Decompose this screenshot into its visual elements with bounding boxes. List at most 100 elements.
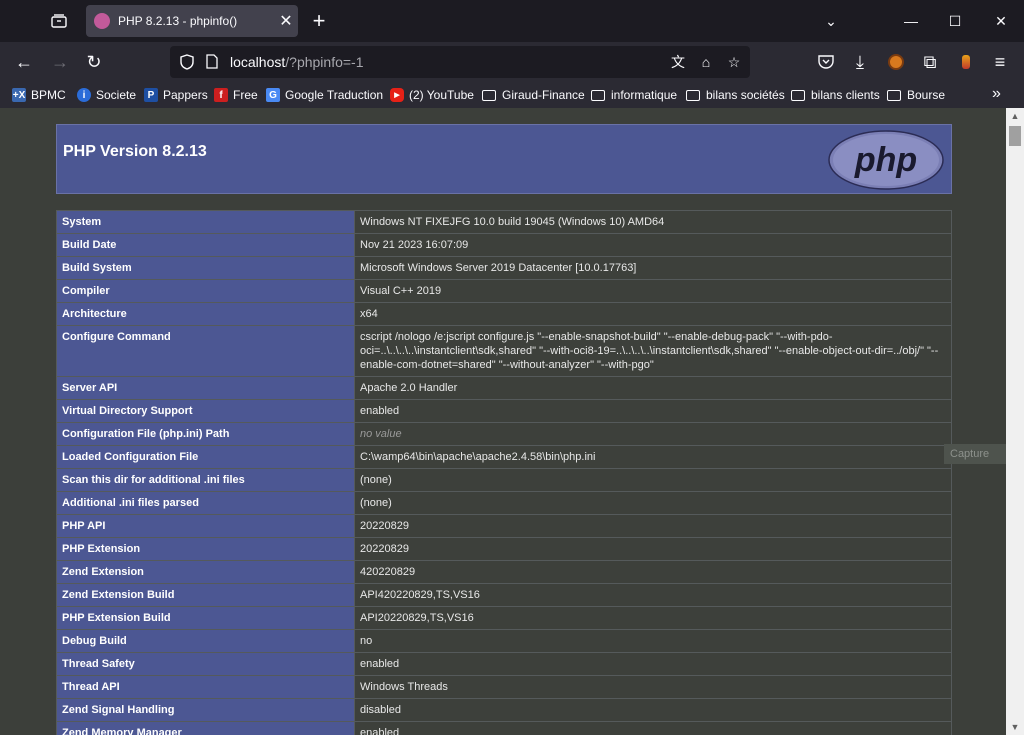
- close-window-button[interactable]: ✕: [986, 8, 1016, 34]
- logo-text: php: [854, 141, 917, 179]
- shield-icon[interactable]: [180, 54, 194, 70]
- row-value: Nov 21 2023 16:07:09: [354, 233, 952, 257]
- row-value: 20220829: [354, 514, 952, 538]
- php-logo-icon[interactable]: php: [827, 129, 945, 191]
- row-key: Thread Safety: [56, 652, 355, 676]
- row-key: Virtual Directory Support: [56, 399, 355, 423]
- row-value: (none): [354, 468, 952, 492]
- row-key: Configuration File (php.ini) Path: [56, 422, 355, 446]
- home-icon[interactable]: ⌂: [696, 52, 716, 72]
- extension-avatar-icon[interactable]: [882, 48, 910, 76]
- table-row: Zend Signal Handling disabled: [56, 698, 952, 722]
- bookmark-label: Societe: [96, 88, 137, 102]
- row-key: PHP Extension: [56, 537, 355, 561]
- row-key: Build System: [56, 256, 355, 280]
- table-row: PHP Extension Build API20220829,TS,VS16: [56, 606, 952, 630]
- reload-button[interactable]: ↻: [80, 48, 108, 76]
- bookmark-societe[interactable]: i Societe: [77, 86, 136, 104]
- tab-list-icon: [51, 14, 67, 28]
- tab-title: PHP 8.2.13 - phpinfo(): [118, 14, 238, 28]
- pappers-icon: P: [144, 88, 158, 102]
- scroll-thumb[interactable]: [1009, 126, 1021, 146]
- folder-icon: [887, 89, 901, 101]
- phpinfo-table: System Windows NT FIXEJFG 10.0 build 1904…: [56, 210, 952, 735]
- capture-badge[interactable]: Capture: [944, 444, 1006, 464]
- downloads-icon[interactable]: ⤓: [846, 48, 874, 76]
- table-row: Configuration File (php.ini) Path no valu…: [56, 422, 952, 446]
- table-row: Zend Memory Manager enabled: [56, 721, 952, 735]
- extensions-puzzle-icon[interactable]: ⧉: [916, 48, 944, 76]
- bookmark-pappers[interactable]: P Pappers: [144, 86, 208, 104]
- bookmark-free[interactable]: f Free: [214, 86, 258, 104]
- bookmark-folder-bilans-clients[interactable]: bilans clients: [791, 86, 880, 104]
- row-key: Build Date: [56, 233, 355, 257]
- bookmark-label: bilans clients: [811, 88, 880, 102]
- active-tab[interactable]: PHP 8.2.13 - phpinfo() ✕: [86, 5, 298, 37]
- pocket-icon[interactable]: [812, 48, 840, 76]
- row-key: Zend Extension: [56, 560, 355, 584]
- phpinfo-header: PHP Version 8.2.13 php: [56, 124, 952, 194]
- bookmark-label: Giraud-Finance: [502, 88, 585, 102]
- bookmark-label: Pappers: [163, 88, 208, 102]
- back-button[interactable]: ←: [10, 48, 38, 76]
- row-value: Apache 2.0 Handler: [354, 376, 952, 400]
- bookmark-google-traduction[interactable]: G Google Traduction: [266, 86, 383, 104]
- scroll-down-arrow-icon[interactable]: ▼: [1006, 719, 1024, 735]
- vertical-scrollbar[interactable]: ▲ ▼: [1006, 108, 1024, 735]
- row-key: Thread API: [56, 675, 355, 699]
- extension-pin-icon[interactable]: [952, 48, 980, 76]
- scroll-up-arrow-icon[interactable]: ▲: [1006, 108, 1024, 124]
- bookmark-star-icon[interactable]: ☆: [724, 52, 744, 72]
- row-value: API20220829,TS,VS16: [354, 606, 952, 630]
- row-key: PHP Extension Build: [56, 606, 355, 630]
- bookmark-youtube[interactable]: ▶ (2) YouTube: [390, 86, 474, 104]
- bookmark-folder-informatique[interactable]: informatique: [591, 86, 677, 104]
- row-key: PHP API: [56, 514, 355, 538]
- row-key: Architecture: [56, 302, 355, 326]
- bookmarks-overflow-chevron-icon[interactable]: »: [992, 85, 1001, 103]
- table-row: PHP Extension 20220829: [56, 537, 952, 561]
- maximize-button[interactable]: ☐: [940, 8, 970, 34]
- translate-icon[interactable]: 文: [668, 52, 688, 72]
- url-bar[interactable]: localhost/?phpinfo=-1 文 ⌂ ☆: [170, 46, 750, 78]
- table-row: PHP API 20220829: [56, 514, 952, 538]
- page-icon[interactable]: [206, 54, 218, 69]
- folder-icon: [686, 89, 700, 101]
- table-row: Architecture x64: [56, 302, 952, 326]
- row-key: Scan this dir for additional .ini files: [56, 468, 355, 492]
- menu-hamburger-icon[interactable]: ≡: [986, 48, 1014, 76]
- bookmark-label: informatique: [611, 88, 678, 102]
- tab-close-icon[interactable]: ✕: [274, 11, 298, 31]
- page-viewport: PHP Version 8.2.13 php System Windows NT …: [0, 108, 1024, 735]
- row-value: Visual C++ 2019: [354, 279, 952, 303]
- forward-button[interactable]: →: [46, 48, 74, 76]
- row-key: Compiler: [56, 279, 355, 303]
- folder-icon: [482, 89, 496, 101]
- tab-list-button[interactable]: [44, 8, 74, 34]
- row-value: no value: [354, 422, 952, 446]
- table-row: Server API Apache 2.0 Handler: [56, 376, 952, 400]
- row-value: Windows Threads: [354, 675, 952, 699]
- folder-icon: [791, 89, 805, 101]
- bookmark-label: Google Traduction: [285, 88, 384, 102]
- bookmark-folder-giraud-finance[interactable]: Giraud-Finance: [482, 86, 585, 104]
- url-text[interactable]: localhost/?phpinfo=-1: [230, 54, 364, 70]
- bookmark-folder-bourse[interactable]: Bourse: [887, 86, 945, 104]
- table-row: Zend Extension Build API420220829,TS,VS16: [56, 583, 952, 607]
- row-key: Loaded Configuration File: [56, 445, 355, 469]
- row-key: Configure Command: [56, 325, 355, 377]
- row-key: Zend Signal Handling: [56, 698, 355, 722]
- tab-overflow-chevron-icon[interactable]: ⌄: [816, 8, 846, 34]
- minimize-button[interactable]: —: [896, 8, 926, 34]
- bpmc-icon: +X: [12, 88, 26, 102]
- free-icon: f: [214, 88, 228, 102]
- bookmark-folder-bilans-societes[interactable]: bilans sociétés: [686, 86, 785, 104]
- new-tab-button[interactable]: +: [306, 8, 332, 34]
- row-key: Server API: [56, 376, 355, 400]
- url-host: localhost: [230, 54, 286, 70]
- row-value: 20220829: [354, 537, 952, 561]
- row-value: enabled: [354, 652, 952, 676]
- row-value: enabled: [354, 399, 952, 423]
- bookmark-label: (2) YouTube: [409, 88, 474, 102]
- bookmark-bpmc[interactable]: +X BPMC: [12, 86, 66, 104]
